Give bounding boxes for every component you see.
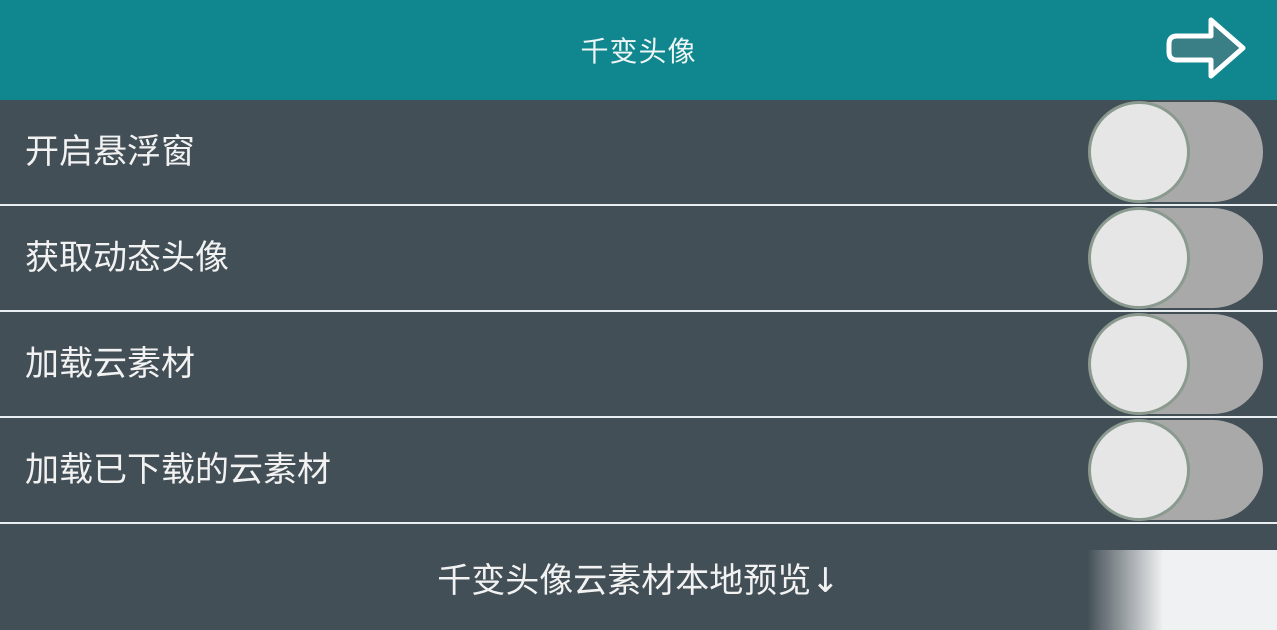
page-title: 千变头像 [580,35,697,68]
setting-row-load-cloud: 加载云素材 [0,312,1277,418]
setting-label: 加载云素材 [25,344,195,384]
setting-label: 开启悬浮窗 [25,132,195,172]
local-preview-section: 千变头像云素材本地预览↓ [0,524,1277,630]
title-bar: 千变头像 [0,0,1277,100]
dynamic-avatar-toggle[interactable] [1089,206,1263,310]
toggle-knob [1091,316,1187,412]
load-downloaded-toggle[interactable] [1089,418,1263,522]
settings-list: 开启悬浮窗 获取动态头像 加载云素材 加载已下载的云素材 [0,100,1277,524]
setting-row-floating-window: 开启悬浮窗 [0,100,1277,206]
arrow-button[interactable] [1165,14,1251,82]
toggle-knob [1091,210,1187,306]
setting-row-load-downloaded: 加载已下载的云素材 [0,418,1277,524]
floating-window-toggle[interactable] [1089,100,1263,204]
watermark-overlay [1087,550,1277,630]
app-window: 千变头像 开启悬浮窗 获取动态头像 加载云素材 加载已下载的云素材 千变头像云素… [0,0,1277,630]
setting-label: 加载已下载的云素材 [25,450,331,490]
load-cloud-toggle[interactable] [1089,312,1263,416]
setting-row-dynamic-avatar: 获取动态头像 [0,206,1277,312]
setting-label: 获取动态头像 [25,238,229,278]
toggle-knob [1091,104,1187,200]
toggle-knob [1091,422,1187,518]
local-preview-link[interactable]: 千变头像云素材本地预览↓ [437,553,840,602]
arrow-right-icon [1166,17,1246,79]
